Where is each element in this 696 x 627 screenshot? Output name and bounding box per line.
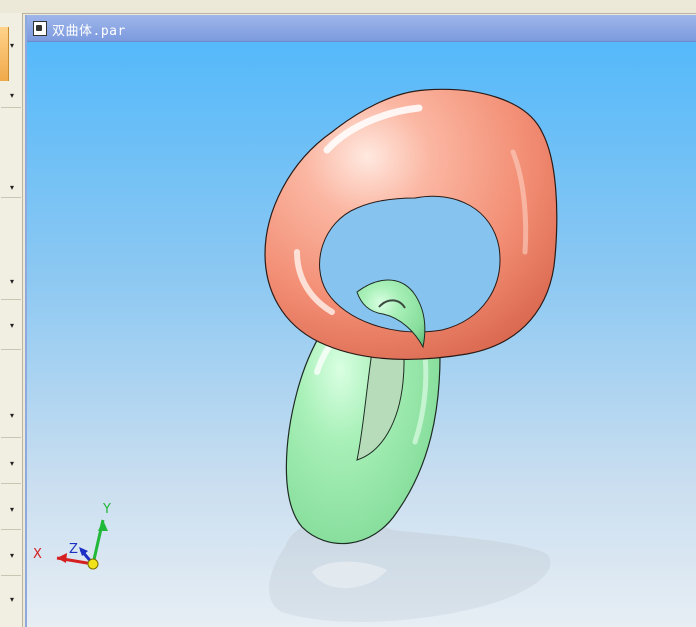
dropdown-chevron-icon[interactable]: ▾ <box>4 503 20 517</box>
document-titlebar[interactable]: 双曲体.par <box>27 15 696 42</box>
panel-divider <box>1 197 21 198</box>
top-toolbar-strip <box>0 0 696 14</box>
z-axis-label: Z <box>69 542 78 557</box>
panel-divider <box>1 529 21 530</box>
panel-divider <box>1 107 21 108</box>
dropdown-chevron-icon[interactable]: ▾ <box>4 319 20 333</box>
active-tool-highlight[interactable] <box>0 27 9 81</box>
y-axis-label: Y <box>102 502 111 517</box>
scene-canvas: X Y Z <box>33 88 558 622</box>
3d-viewport[interactable]: X Y Z <box>27 42 696 627</box>
document-window: 双曲体.par X Y Z <box>25 15 696 627</box>
dropdown-chevron-icon[interactable]: ▾ <box>4 409 20 423</box>
dropdown-chevron-icon[interactable]: ▾ <box>4 181 20 195</box>
panel-divider <box>1 437 21 438</box>
dropdown-chevron-icon[interactable]: ▾ <box>4 593 20 607</box>
triad-origin <box>87 558 99 570</box>
panel-divider <box>1 575 21 576</box>
dropdown-chevron-icon[interactable]: ▾ <box>4 549 20 563</box>
y-axis-arrow-icon <box>98 520 108 531</box>
document-title: 双曲体.par <box>52 24 126 39</box>
left-tool-panel: ▾ ▾ ▾ ▾ ▾ ▾ ▾ ▾ ▾ ▾ <box>0 13 23 627</box>
dropdown-chevron-icon[interactable]: ▾ <box>4 39 20 53</box>
coordinate-triad: X Y Z <box>33 502 111 570</box>
dropdown-chevron-icon[interactable]: ▾ <box>4 89 20 103</box>
x-axis-label: X <box>33 547 42 562</box>
dropdown-chevron-icon[interactable]: ▾ <box>4 457 20 471</box>
panel-divider <box>1 349 21 350</box>
dropdown-chevron-icon[interactable]: ▾ <box>4 275 20 289</box>
panel-divider <box>1 483 21 484</box>
part-document-icon <box>33 21 47 36</box>
x-axis-arrow-icon <box>57 553 67 563</box>
panel-divider <box>1 299 21 300</box>
